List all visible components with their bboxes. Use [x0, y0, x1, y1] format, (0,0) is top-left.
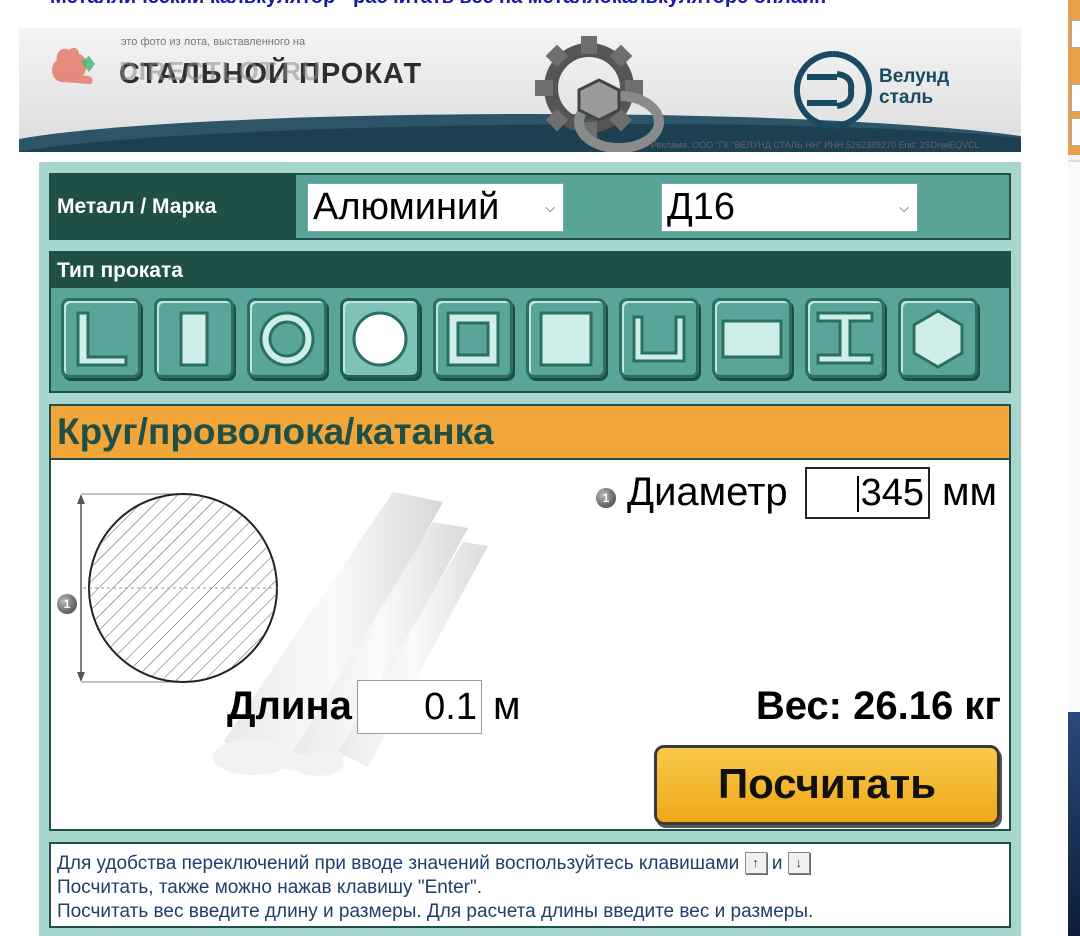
round-bar-illustration	[77, 492, 488, 776]
tile-square-pipe[interactable]	[433, 298, 513, 378]
square-bar-icon	[539, 311, 593, 367]
weight-result: Вес: 26.16 кг	[755, 684, 1001, 728]
diameter-input[interactable]: 345	[805, 467, 930, 519]
panel-title: Круг/проволока/катанка	[51, 406, 1009, 460]
metal-select[interactable]: Алюминий ⌵	[307, 183, 564, 232]
square-pipe-icon	[446, 311, 500, 367]
hexagon-icon	[912, 309, 964, 369]
length-input[interactable]: 0.1	[357, 680, 482, 734]
metal-calculator: Металл / Марка Алюминий ⌵ Д16 ⌵ Тип прок…	[39, 162, 1021, 936]
profile-type-row: Тип проката	[49, 251, 1011, 393]
squirrel-logo-icon	[52, 47, 95, 84]
chevron-down-icon: ⌵	[899, 200, 909, 215]
grade-select[interactable]: Д16 ⌵	[661, 183, 918, 232]
tile-pipe[interactable]	[247, 298, 327, 378]
right-side-strip	[1068, 0, 1080, 936]
calculate-button[interactable]: Посчитать	[654, 745, 1000, 825]
diameter-bullet-icon: 1	[596, 488, 616, 508]
round-bar-panel: Круг/проволока/катанка 1 1 Диаметр 345 м…	[49, 404, 1011, 831]
angle-icon	[76, 311, 128, 367]
side-ad-bottom	[1068, 712, 1080, 936]
banner-caption: это фото из лота, выставленного на	[121, 36, 306, 48]
length-unit: м	[493, 684, 521, 728]
chevron-down-icon: ⌵	[545, 200, 555, 215]
tile-round-bar[interactable]	[340, 298, 420, 378]
tile-angle[interactable]	[61, 298, 141, 378]
tile-hexagon[interactable]	[898, 298, 978, 378]
metal-select-area: Алюминий ⌵ Д16 ⌵	[296, 175, 1009, 238]
gear-and-ring-icon	[535, 36, 664, 152]
metal-grade-row: Металл / Марка Алюминий ⌵ Д16 ⌵	[49, 173, 1011, 240]
side-ad-top	[1068, 0, 1080, 155]
sheet-icon	[721, 319, 783, 359]
profile-type-label: Тип проката	[51, 253, 1009, 288]
diameter-label: Диаметр	[627, 470, 788, 514]
tile-square-bar[interactable]	[526, 298, 606, 378]
ad-disclaimer: Реклама. ООО "ГК "ВЕЛУНД СТАЛЬ НН" ИНН 5…	[651, 140, 980, 150]
tile-channel[interactable]	[619, 298, 699, 378]
tile-sheet[interactable]	[712, 298, 792, 378]
side-ad-middle	[1068, 160, 1080, 712]
banner-watermark: DIRECTLOT.RU	[119, 56, 322, 86]
velund-logo-icon	[794, 51, 872, 129]
text-caret	[857, 476, 859, 512]
tile-strip[interactable]	[154, 298, 234, 378]
help-line-1: Для удобства переключений при вводе знач…	[57, 852, 1003, 876]
diameter-marker-icon: 1	[57, 594, 77, 614]
arrow-up-key-icon: ↑	[744, 852, 767, 874]
length-label: Длина	[227, 684, 352, 728]
help-line-3: Посчитать вес введите длину и размеры. Д…	[57, 901, 814, 922]
i-beam-icon	[816, 311, 874, 365]
pipe-icon	[259, 311, 315, 367]
tile-i-beam[interactable]	[805, 298, 885, 378]
page-heading: Металлический калькулятор - расчитать ве…	[50, 0, 826, 9]
channel-icon	[632, 315, 686, 363]
strip-icon	[179, 311, 209, 367]
ad-banner[interactable]: это фото из лота, выставленного на СТАЛЬ…	[19, 28, 1021, 152]
metal-grade-label: Металл / Марка	[57, 195, 217, 218]
help-line-2: Посчитать, также можно нажав клавишу "En…	[57, 877, 483, 898]
help-text: Для удобства переключений при вводе знач…	[49, 842, 1011, 928]
velund-text: Велунд сталь	[879, 66, 950, 108]
arrow-down-key-icon: ↓	[787, 852, 810, 874]
round-bar-icon	[352, 311, 408, 367]
diameter-unit: мм	[942, 470, 997, 514]
